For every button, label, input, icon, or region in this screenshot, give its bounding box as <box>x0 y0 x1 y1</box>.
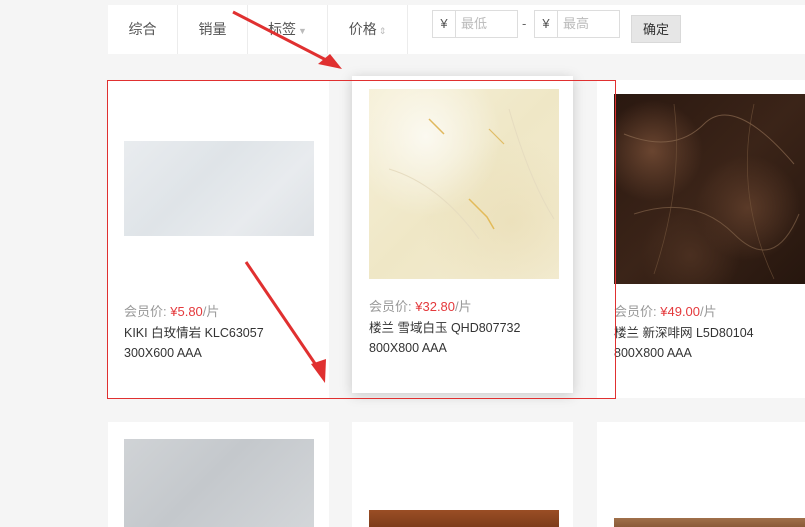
max-price-placeholder: 最高 <box>563 16 590 31</box>
price-unit: /片 <box>202 304 220 319</box>
price-amount: ¥32.80 <box>415 299 456 314</box>
product-card[interactable]: 会员价: ¥49.00/片 楼兰 新深啡网 L5D80104 800X800 A… <box>597 80 805 398</box>
product-image[interactable] <box>614 518 805 527</box>
caret-down-icon: ▼ <box>298 26 307 36</box>
sort-updown-icon: ⇕ <box>378 26 387 36</box>
product-title-line1: 楼兰 新深啡网 L5D80104 <box>614 326 754 340</box>
product-card[interactable]: 会员价: ¥5.80/片 KIKI 白玫情岩 KLC63057 300X600 … <box>108 80 329 398</box>
product-title[interactable]: 楼兰 雪域白玉 QHD807732 800X800 AAA <box>369 318 559 358</box>
max-price-field[interactable]: ¥ 最高 <box>534 10 620 38</box>
marble-veins <box>388 108 555 240</box>
min-currency-symbol: ¥ <box>433 11 456 37</box>
member-price-label: 会员价: <box>124 304 167 319</box>
member-price: 会员价: ¥49.00/片 <box>614 301 717 320</box>
member-price-label: 会员价: <box>614 304 657 319</box>
product-title-line2: 800X800 AAA <box>614 346 692 360</box>
sort-tag-label: 标签 <box>268 21 297 37</box>
min-price-field[interactable]: ¥ 最低 <box>432 10 518 38</box>
sort-comprehensive-label: 综合 <box>128 21 157 37</box>
product-image[interactable] <box>369 89 559 279</box>
product-card[interactable] <box>352 422 573 527</box>
price-amount: ¥5.80 <box>170 304 203 319</box>
member-price: 会员价: ¥32.80/片 <box>369 296 472 315</box>
sort-price-label: 价格 <box>348 21 377 37</box>
product-image[interactable] <box>369 510 559 527</box>
sort-comprehensive[interactable]: 综合 <box>108 5 178 54</box>
product-image[interactable] <box>614 94 805 284</box>
product-title[interactable]: KIKI 白玫情岩 KLC63057 300X600 AAA <box>124 323 314 363</box>
max-currency-symbol: ¥ <box>535 11 558 37</box>
confirm-button[interactable]: 确定 <box>631 15 681 43</box>
min-price-placeholder: 最低 <box>461 16 488 31</box>
product-card[interactable]: 会员价: ¥32.80/片 楼兰 雪域白玉 QHD807732 800X800 … <box>352 76 573 393</box>
sort-sales[interactable]: 销量 <box>178 5 248 54</box>
member-price-label: 会员价: <box>369 299 412 314</box>
product-title[interactable]: 楼兰 新深啡网 L5D80104 800X800 AAA <box>614 323 804 363</box>
price-amount: ¥49.00 <box>660 304 701 319</box>
marble-veins <box>623 103 800 280</box>
product-title-line1: KIKI 白玫情岩 KLC63057 <box>124 326 264 340</box>
price-unit: /片 <box>455 299 472 314</box>
product-title-line2: 300X600 AAA <box>124 346 202 360</box>
product-title-line2: 800X800 AAA <box>369 341 447 355</box>
price-unit: /片 <box>700 304 717 319</box>
product-title-line1: 楼兰 雪域白玉 QHD807732 <box>369 321 521 335</box>
product-card[interactable] <box>597 422 805 527</box>
product-image[interactable] <box>124 439 314 527</box>
product-card[interactable] <box>108 422 329 527</box>
price-range-dash: - <box>522 16 527 31</box>
product-image[interactable] <box>124 141 314 236</box>
sort-tag[interactable]: 标签 ▼ <box>248 5 328 54</box>
member-price: 会员价: ¥5.80/片 <box>124 301 219 320</box>
sort-sales-label: 销量 <box>198 21 227 37</box>
sort-price[interactable]: 价格 ⇕ <box>328 5 408 54</box>
